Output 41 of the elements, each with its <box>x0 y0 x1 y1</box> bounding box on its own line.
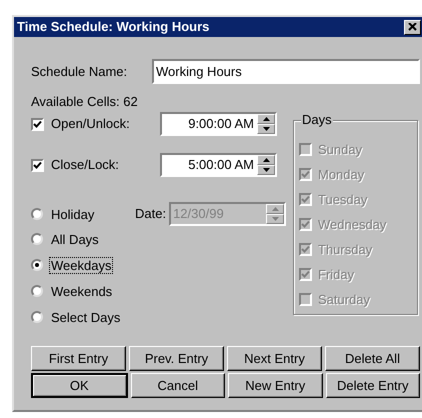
radio-button[interactable] <box>31 285 43 297</box>
radio-label[interactable]: Weekdays <box>49 256 114 274</box>
time-field[interactable]: 5:00:00 AM <box>160 153 277 177</box>
spin-buttons[interactable] <box>257 114 275 134</box>
dialog-button[interactable]: Delete All <box>325 346 420 371</box>
radio-button[interactable] <box>31 259 43 271</box>
dialog-button[interactable]: OK <box>31 373 128 398</box>
dialog-button[interactable]: Cancel <box>130 373 225 398</box>
radio-label[interactable]: Weekends <box>49 282 114 300</box>
day-label: Wednesday <box>318 216 386 234</box>
radio-label[interactable]: All Days <box>49 230 101 248</box>
dialog-button[interactable]: First Entry <box>31 346 126 371</box>
date-label: Date: <box>135 205 166 224</box>
checkbox[interactable] <box>31 118 44 130</box>
close-button[interactable] <box>404 20 421 34</box>
spin-buttons[interactable] <box>257 155 275 175</box>
radio-button[interactable] <box>31 208 43 220</box>
time-label: Close/Lock: <box>51 156 120 174</box>
schedule-name-label: Schedule Name: <box>31 62 128 81</box>
radio-button[interactable] <box>31 233 43 245</box>
window-title: Time Schedule: Working Hours <box>17 18 210 36</box>
schedule-name-field[interactable]: Working Hours <box>152 59 420 84</box>
day-label: Saturday <box>318 290 370 309</box>
day-label: Sunday <box>318 140 362 159</box>
time-field[interactable]: 9:00:00 AM <box>160 112 277 136</box>
checkbox[interactable] <box>31 158 44 172</box>
radio-label[interactable]: Select Days <box>49 308 122 326</box>
dialog-button[interactable]: New Entry <box>228 373 322 398</box>
day-label: Tuesday <box>318 190 368 209</box>
dialog-button[interactable]: Next Entry <box>227 346 322 371</box>
radio-label[interactable]: Holiday <box>49 206 96 222</box>
close-icon <box>408 23 417 31</box>
time-label: Open/Unlock: <box>51 115 131 134</box>
dialog-button[interactable]: Delete Entry <box>326 373 420 398</box>
days-group-title: Days <box>301 112 333 128</box>
day-label: Thursday <box>318 240 372 259</box>
available-cells-text: Available Cells: 62 <box>31 94 139 110</box>
day-label: Friday <box>318 266 354 284</box>
dialog-button[interactable]: Prev. Entry <box>129 346 224 371</box>
radio-button[interactable] <box>31 311 43 323</box>
day-label: Monday <box>318 166 364 184</box>
